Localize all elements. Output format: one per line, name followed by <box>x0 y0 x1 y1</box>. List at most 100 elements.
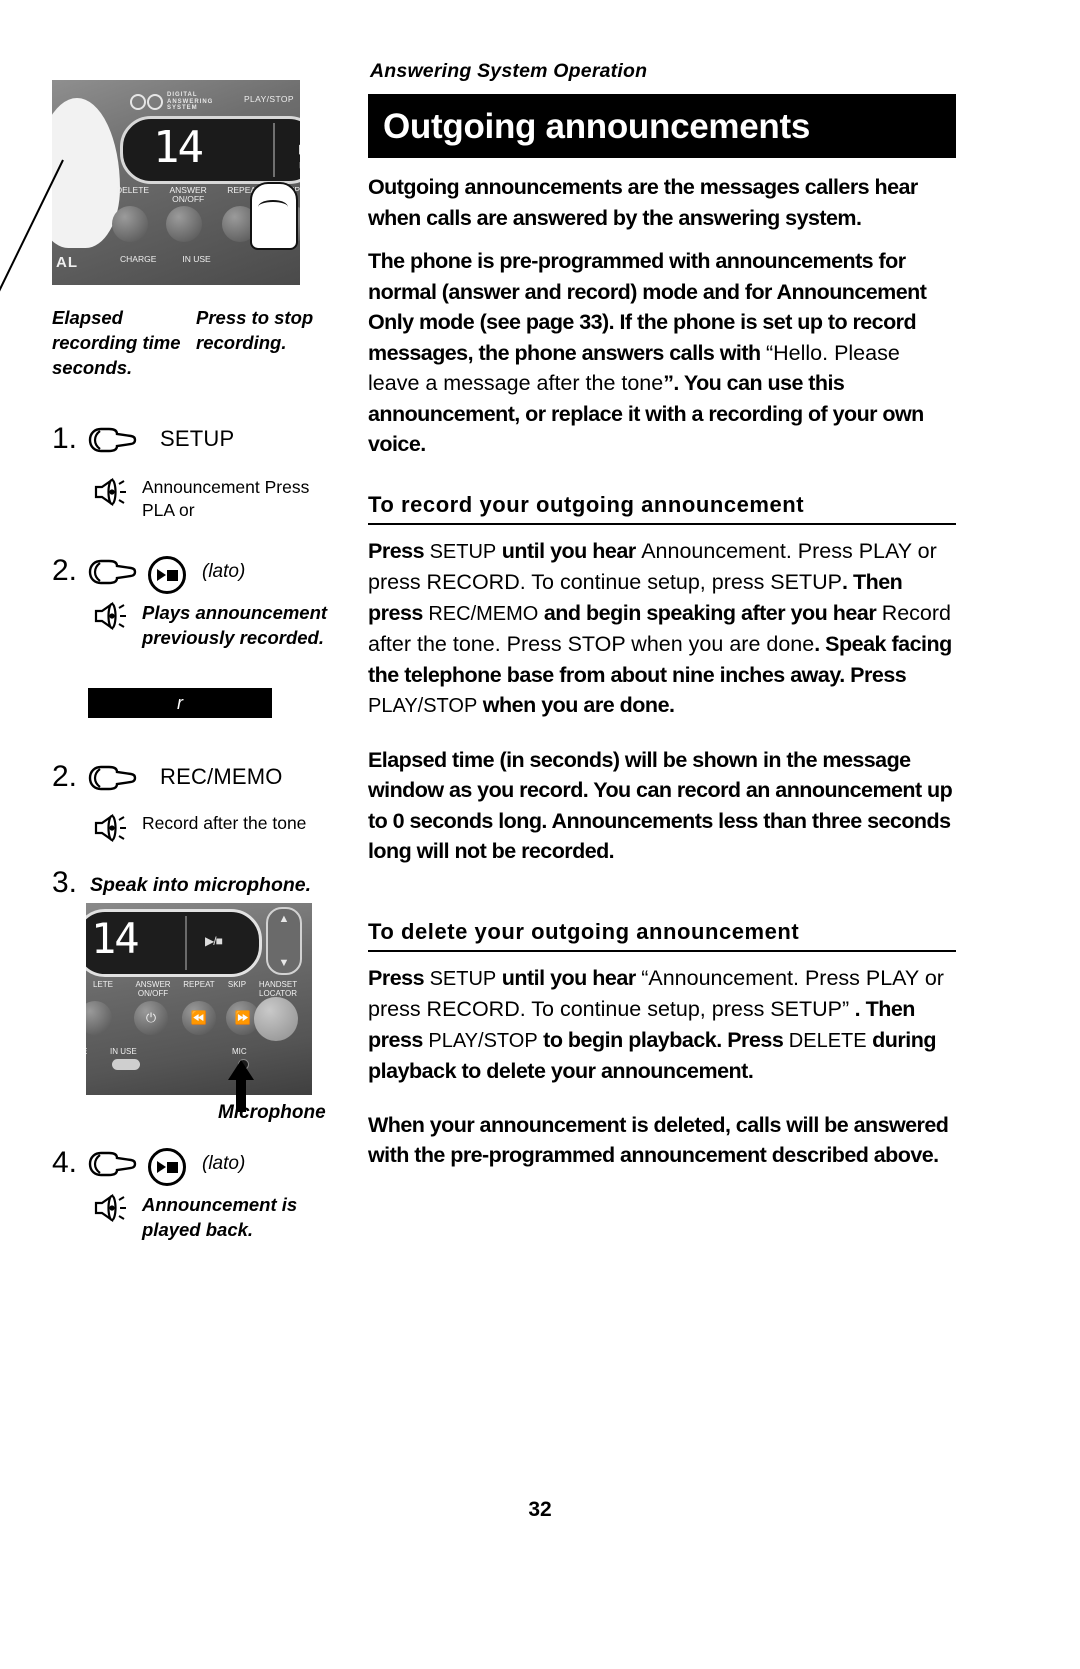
intro-paragraph-2: The phone is pre-programmed with announc… <box>368 246 956 460</box>
rec-key-recmemo: REC/MEMO <box>428 602 539 625</box>
phone-base-photo-bottom: 14 ▶/■ ▲ ▼ LETE ANSWER ON/OFF REPEAT SKI… <box>86 903 312 1095</box>
step-2-number: 2. <box>52 554 78 587</box>
step-1-note: Announcement Press PLA or <box>92 476 342 522</box>
intro-p2-close-quote: ”. <box>663 371 679 395</box>
delete-button <box>86 1001 112 1035</box>
logo-line-1: DIGITAL <box>167 92 198 98</box>
label-answer-onoff: ANSWER ON/OFF <box>169 185 207 204</box>
speaker-icon <box>92 476 132 508</box>
page-number: 32 <box>528 1498 552 1521</box>
answer-onoff-button: ⏻ <box>134 1001 168 1035</box>
answer-onoff-button <box>166 206 202 242</box>
step-4: 4. (lato) <box>52 1148 245 1186</box>
volume-up-icon: ▲ <box>278 913 290 925</box>
callout-press-to-stop: Press to stop recording. <box>196 307 314 353</box>
step-2-note-text: Plays announcement previously recorded. <box>142 602 328 648</box>
record-instructions: Press SETUP until you hear Announcement.… <box>368 536 956 722</box>
play-stop-button-icon <box>148 556 186 594</box>
display-digits: 14 <box>153 122 204 173</box>
rec-bold-done: when you are done. <box>482 693 675 717</box>
black-strip: r <box>88 688 272 718</box>
delete-when-paragraph: When your announcement is deleted, calls… <box>368 1112 949 1168</box>
step-2-note: Plays announcement previously recorded. <box>92 600 342 650</box>
divider <box>273 123 275 177</box>
step-1: 1. SETUP <box>52 424 234 454</box>
label-in-use: IN USE <box>110 1047 137 1056</box>
repeat-button: ⏪ <box>182 1001 216 1035</box>
label-repeat: REPEAT <box>183 980 215 989</box>
rec-key-playstop: PLAY/STOP <box>368 695 478 717</box>
step-2b-note-text: Record after the tone <box>142 813 307 833</box>
rec-bold-speak: and begin speaking after you hear <box>543 600 877 625</box>
del-bold-press: Press <box>368 965 425 990</box>
rec-bold-press: Press <box>368 538 425 563</box>
del-bold-press2: Press <box>727 1027 784 1052</box>
microphone-callout: Microphone <box>218 1102 326 1123</box>
delete-instructions: Press SETUP until you hear “Announcement… <box>368 963 956 1087</box>
pointing-hand-icon <box>86 1150 146 1178</box>
message-window: 14 ▶/■ <box>120 116 300 184</box>
pointing-hand-icon <box>86 426 146 454</box>
message-window: 14 ▶/■ <box>86 909 262 977</box>
volume-rocker: ▲ ▼ <box>266 907 302 975</box>
label-skip: SKIP <box>227 980 247 989</box>
step-1-key-label: SETUP <box>160 426 235 451</box>
step-4-number: 4. <box>52 1146 78 1179</box>
play-stop-button-icon <box>148 1148 186 1186</box>
label-mic: MIC <box>232 1047 247 1056</box>
delete-button <box>112 206 148 242</box>
record-section-heading: To record your outgoing announcement <box>368 492 956 525</box>
section-banner: Outgoing announcements <box>368 94 956 158</box>
step-1-number: 1. <box>52 422 78 455</box>
step-2b-number: 2. <box>52 760 78 793</box>
step-4-note: Announcement is played back. <box>92 1192 342 1242</box>
label-in-use: IN USE <box>182 254 211 264</box>
step-1-note-text: Announcement Press PLA or <box>142 477 310 520</box>
handset-locator-button <box>254 997 298 1041</box>
step-2-paren: (lato) <box>202 561 246 582</box>
step-3: 3. Speak into microphone. <box>52 868 311 898</box>
logo-line-3: SYSTEM <box>167 105 198 111</box>
brand-text: AL <box>56 254 78 271</box>
record-elapsed-paragraph: Elapsed time (in seconds) will be shown … <box>368 747 953 864</box>
record-section: To record your outgoing announcement Pre… <box>368 492 956 867</box>
step-2-recmemo: 2. REC/MEMO <box>52 762 283 792</box>
pointing-hand-icon <box>86 764 146 792</box>
phone-base-photo-top: DIGITAL ANSWERING SYSTEM PLAY/STOP 14 ▶/… <box>52 80 300 285</box>
step-3-number: 3. <box>52 866 78 899</box>
step-4-note-text: Announcement is played back. <box>142 1194 298 1240</box>
delete-section: To delete your outgoing announcement Pre… <box>368 919 956 1171</box>
step-2b-note: Record after the tone <box>92 812 352 844</box>
del-key-playstop: PLAY/STOP <box>428 1029 538 1052</box>
finger-pressing-illustration <box>250 182 298 250</box>
del-bold-playback: to begin playback. <box>543 1027 722 1052</box>
logo-line-2: ANSWERING <box>167 98 214 105</box>
play-stop-icon: ▶/■ <box>299 141 300 172</box>
step-4-paren: (lato) <box>202 1153 246 1174</box>
volume-down-icon: ▼ <box>278 957 290 969</box>
indicator-labels: CHARGE IN USE <box>120 254 211 264</box>
speaker-icon <box>92 600 132 632</box>
del-key-setup: SETUP <box>429 967 497 990</box>
manual-page: DIGITAL ANSWERING SYSTEM PLAY/STOP 14 ▶/… <box>0 0 1080 1669</box>
del-bold-until: until you hear <box>501 965 636 990</box>
banner-title: Outgoing announcements <box>383 106 811 146</box>
pointing-hand-icon <box>86 558 146 586</box>
label-charge: CHARGE <box>120 254 157 264</box>
divider <box>185 916 187 970</box>
step-2-play: 2. (lato) <box>52 556 245 594</box>
step-2b-key-label: REC/MEMO <box>160 764 283 789</box>
rec-bold-until: until you hear <box>501 538 636 563</box>
play-stop-label: PLAY/STOP <box>243 94 294 104</box>
intro-paragraph-1: Outgoing announcements are the messages … <box>368 175 918 230</box>
running-head: Answering System Operation <box>370 60 648 82</box>
rec-key-setup: SETUP <box>429 540 497 563</box>
play-stop-icon: ▶/■ <box>205 934 223 948</box>
right-column: Answering System Operation Outgoing anno… <box>368 60 956 1192</box>
speaker-icon <box>92 812 132 844</box>
del-key-delete: DELETE <box>788 1029 867 1052</box>
label-e: E <box>86 1047 87 1056</box>
digital-answering-system-logo: DIGITAL ANSWERING SYSTEM <box>130 92 213 112</box>
label-answer-onoff: ANSWER ON/OFF <box>135 980 171 998</box>
speaker-icon <box>92 1192 132 1224</box>
